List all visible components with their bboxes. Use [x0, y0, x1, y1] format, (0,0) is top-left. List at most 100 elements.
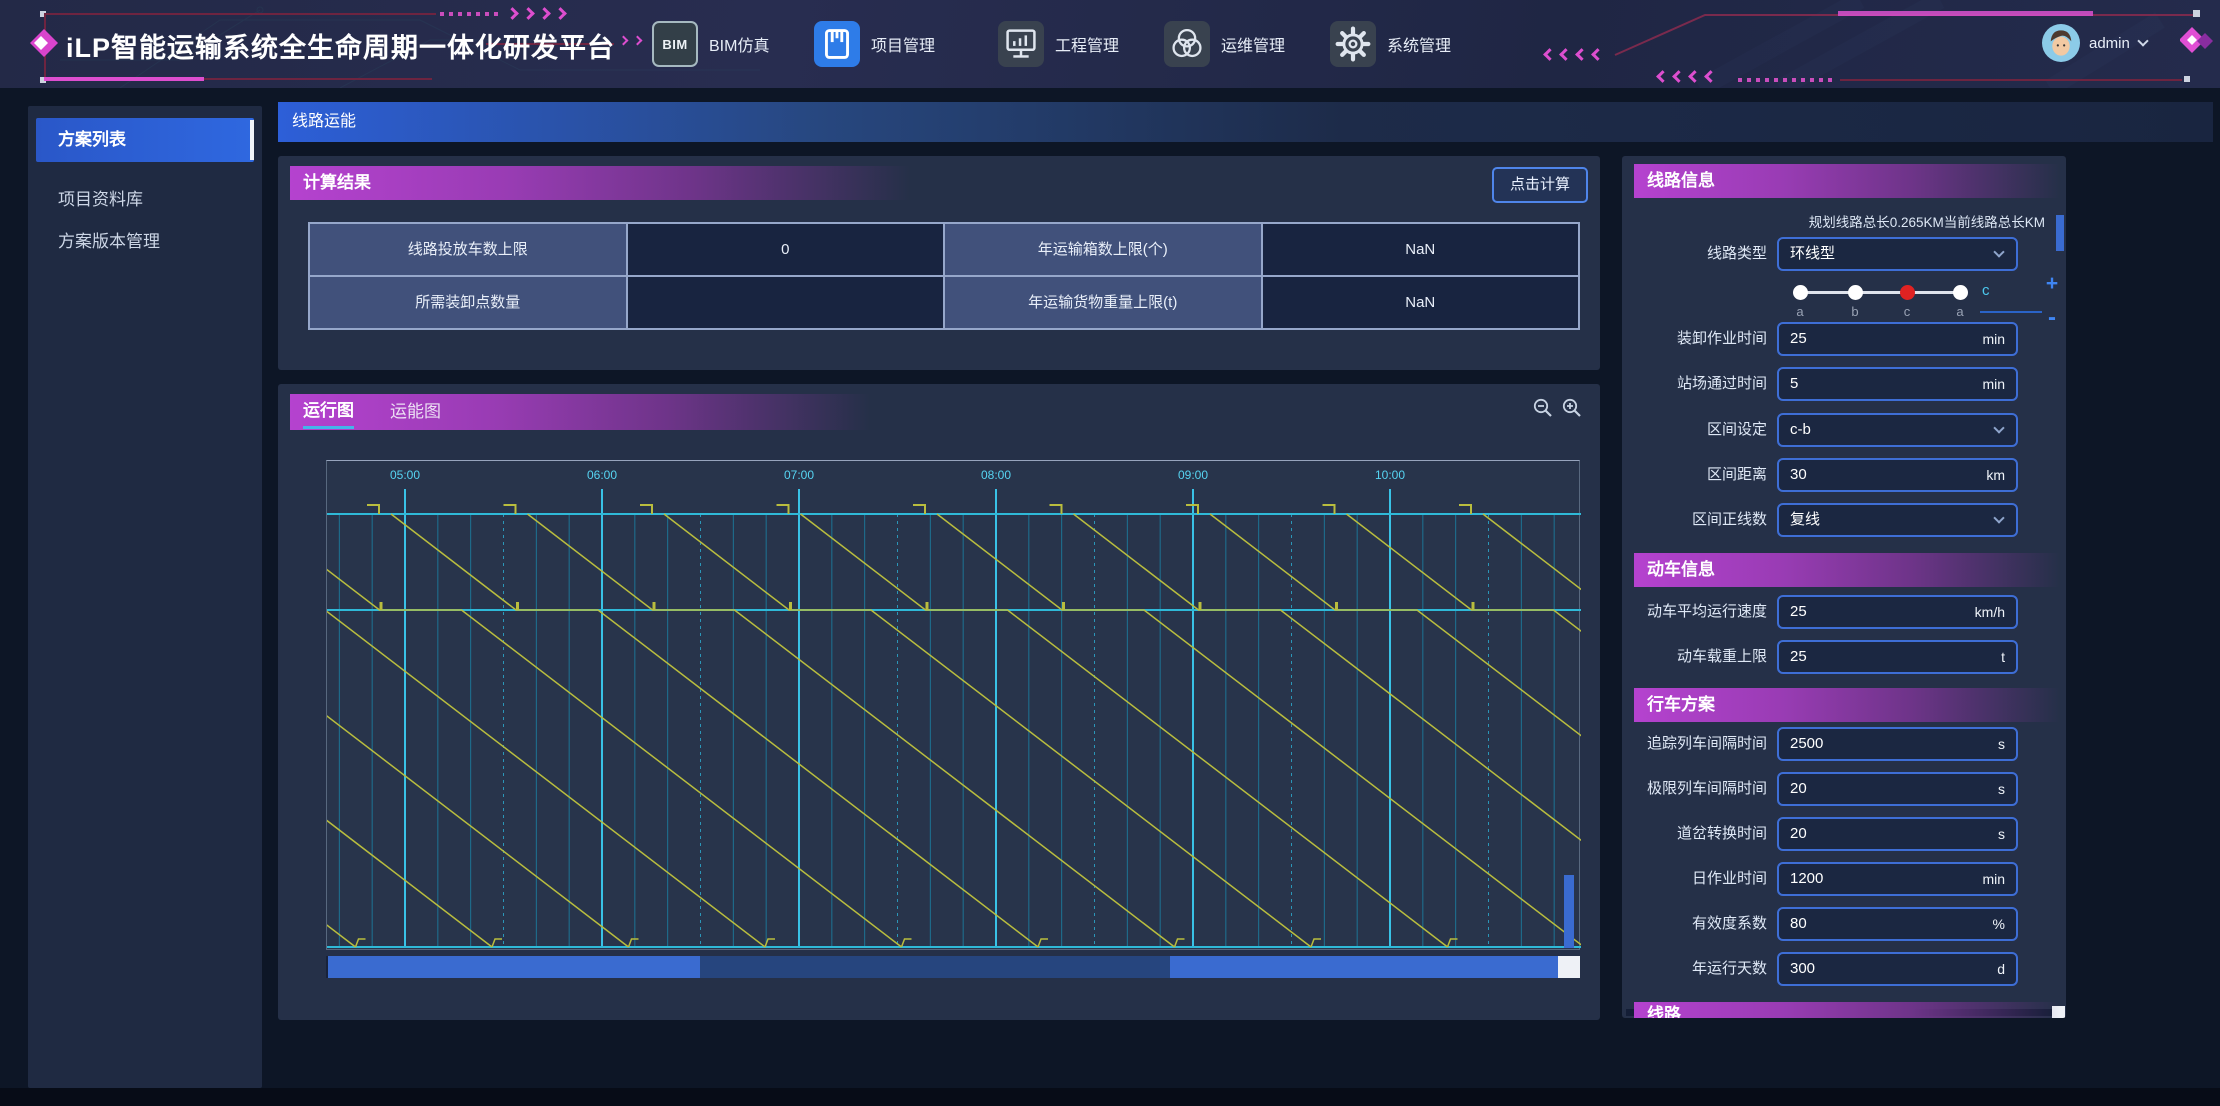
panel-vertical-scrollbar[interactable]	[2056, 215, 2064, 251]
deco-line-top-left	[44, 13, 436, 15]
nav-item-label: 项目管理	[871, 32, 935, 56]
deco-dots	[440, 12, 498, 16]
deco-chevrons-right	[620, 37, 641, 44]
scrollbar-segment[interactable]	[328, 956, 700, 978]
field-unit: s	[1998, 774, 2005, 804]
deco-line	[204, 78, 432, 80]
result-label-cell: 年运输箱数上限(个)	[945, 224, 1261, 275]
input-极限列车间隔时间[interactable]: 20s	[1777, 772, 2018, 806]
field-value: 环线型	[1790, 239, 1835, 269]
app-logo	[28, 27, 60, 64]
select-线路类型[interactable]: 环线型	[1777, 237, 2018, 271]
field-value: 20	[1790, 819, 1807, 849]
app-window: iLP智能运输系统全生命周期一体化研发平台 BIMBIM仿真项目管理工程管理运维…	[0, 0, 2220, 1106]
nav-item-project[interactable]: 项目管理	[814, 21, 935, 67]
app-header: iLP智能运输系统全生命周期一体化研发平台 BIMBIM仿真项目管理工程管理运维…	[0, 0, 2220, 88]
field-label: 极限列车间隔时间	[1622, 772, 1767, 806]
slider-stop-c-active[interactable]	[1900, 285, 1915, 300]
results-title: 计算结果	[290, 166, 910, 200]
field-unit: min	[1982, 369, 2005, 399]
input-道岔转换时间[interactable]: 20s	[1777, 817, 2018, 851]
field-unit: t	[2001, 642, 2005, 672]
add-station-button[interactable]: +	[2042, 272, 2062, 296]
remove-station-button[interactable]: -	[2042, 306, 2062, 330]
field-unit: d	[1997, 954, 2005, 984]
scrollbar-segment[interactable]	[1170, 956, 1558, 978]
brand-mark	[2180, 26, 2214, 61]
input-装卸作业时间[interactable]: 25min	[1777, 322, 2018, 356]
station-slider[interactable]: abca	[1777, 283, 2045, 321]
input-日作业时间[interactable]: 1200 min	[1777, 862, 2018, 896]
input-有效度系数[interactable]: 80%	[1777, 907, 2018, 941]
nav-item-operations[interactable]: 运维管理	[1164, 21, 1285, 67]
chevron-down-icon	[1993, 246, 2004, 257]
field-label: 站场通过时间	[1622, 367, 1767, 401]
field-label: 道岔转换时间	[1622, 817, 1767, 851]
diagram-panel: 运行图 运能图 05:0006:0007:0008:0009:0010:00	[278, 384, 1600, 1020]
gear-icon	[1330, 21, 1376, 67]
diagram-tab-1[interactable]: 运行图	[303, 396, 354, 429]
sidebar-item-2[interactable]: 项目资料库	[36, 178, 254, 222]
field-label: 区间设定	[1622, 413, 1767, 447]
diagram-tabs: 运行图 运能图	[290, 394, 870, 430]
zoom-out-icon[interactable]	[1532, 397, 1554, 419]
line-length-note: 规划线路总长0.265KM当前线路总长KM	[1722, 211, 2045, 231]
chevron-down-icon	[1993, 422, 2004, 433]
nav-item-bim[interactable]: BIMBIM仿真	[652, 21, 769, 67]
input-动车平均运行速度[interactable]: 25 km/h	[1777, 595, 2018, 629]
select-区间设定[interactable]: c-b	[1777, 413, 2018, 447]
field-value: 25	[1790, 324, 1807, 354]
nav-item-system[interactable]: 系统管理	[1330, 21, 1451, 67]
slider-stop-a[interactable]	[1953, 285, 1968, 300]
section-header-2: 动车信息	[1634, 553, 2060, 587]
result-value-cell: NaN	[1263, 224, 1579, 275]
scrollbar-track[interactable]	[700, 956, 1170, 978]
field-unit: km/h	[1975, 597, 2005, 627]
scrollbar-thumb[interactable]	[1558, 956, 1580, 978]
input-站场通过时间[interactable]: 5min	[1777, 367, 2018, 401]
field-label: 动车平均运行速度	[1622, 595, 1767, 629]
diagram-vertical-scrollbar[interactable]	[1564, 875, 1574, 948]
avatar	[2042, 24, 2080, 62]
input-年运行天数[interactable]: 300d	[1777, 952, 2018, 986]
result-value-cell: 0	[628, 224, 944, 275]
slider-stop-label: b	[1851, 304, 1858, 319]
select-区间正线数[interactable]: 复线	[1777, 503, 2018, 537]
nav-item-engineering[interactable]: 工程管理	[998, 21, 1119, 67]
nav-item-label: 运维管理	[1221, 32, 1285, 56]
calculate-button[interactable]: 点击计算	[1492, 167, 1588, 203]
slider-stop-label: c	[1904, 304, 1911, 319]
sidebar-item-1[interactable]: 方案列表	[36, 118, 254, 162]
line-info-panel: 规划线路总长0.265KM当前线路总长KM c + - 线路信息线路类型环线型a…	[1622, 156, 2066, 1018]
input-动车载重上限[interactable]: 25 t	[1777, 640, 2018, 674]
input-区间距离[interactable]: 30km	[1777, 458, 2018, 492]
slider-stop-a[interactable]	[1793, 285, 1808, 300]
field-value: 80	[1790, 909, 1807, 939]
result-value-cell	[628, 277, 944, 328]
field-value: 25	[1790, 642, 1807, 672]
slider-stop-label: a	[1796, 304, 1803, 319]
slider-stop-b[interactable]	[1848, 285, 1863, 300]
input-追踪列车间隔时间[interactable]: 2500s	[1777, 727, 2018, 761]
train-diagram-plot[interactable]: 05:0006:0007:0008:0009:0010:00	[326, 460, 1580, 950]
deco-title-underline	[44, 77, 204, 81]
deco-chevrons-right	[508, 9, 565, 18]
field-value: c-b	[1790, 415, 1811, 445]
bottom-strip	[0, 1088, 2220, 1106]
field-value: 25	[1790, 597, 1807, 627]
diagram-tab-2[interactable]: 运能图	[390, 397, 441, 427]
field-value: 1200	[1790, 864, 1823, 894]
zoom-in-icon[interactable]	[1561, 397, 1583, 419]
field-unit: min	[1982, 864, 2005, 894]
deco-line	[1840, 79, 2182, 81]
kanban-icon	[814, 21, 860, 67]
nav-item-label: 工程管理	[1055, 32, 1119, 56]
sidebar-item-3[interactable]: 方案版本管理	[36, 220, 254, 264]
field-label: 区间距离	[1622, 458, 1767, 492]
results-table: 线路投放车数上限0年运输箱数上限(个)NaN所需装卸点数量年运输货物重量上限(t…	[308, 222, 1580, 330]
user-menu[interactable]: admin	[2042, 24, 2147, 62]
page-tab-strip[interactable]: 线路运能	[278, 102, 2213, 142]
field-value: 复线	[1790, 505, 1820, 535]
diagram-horizontal-scrollbar[interactable]	[326, 956, 1580, 978]
deco-chevrons-left	[1658, 72, 1715, 81]
